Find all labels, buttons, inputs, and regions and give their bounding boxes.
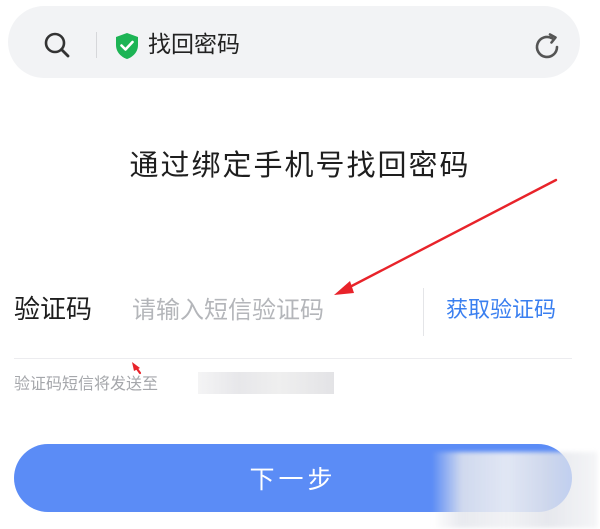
form-heading: 通过绑定手机号找回密码 (129, 148, 471, 182)
sms-hint: 验证码短信将发送至 (14, 374, 159, 393)
masked-phone-number (198, 372, 334, 394)
shield-check-icon (116, 33, 138, 59)
search-icon[interactable] (42, 30, 72, 60)
page: 找回密码 通过绑定手机号找回密码 验证码 获取验证码 验证码短信将发送至 下一步 (0, 0, 600, 529)
code-row-underline (14, 358, 572, 359)
code-label: 验证码 (14, 295, 93, 325)
arrow-to-input (334, 178, 558, 295)
get-code-button[interactable]: 获取验证码 (446, 295, 556, 327)
page-title: 找回密码 (148, 32, 240, 58)
verification-code-input[interactable] (132, 290, 402, 330)
refresh-icon[interactable] (530, 30, 564, 64)
watermark (432, 452, 597, 528)
address-bar[interactable]: 找回密码 (8, 6, 580, 78)
address-divider (96, 32, 97, 58)
code-row-divider (423, 288, 424, 336)
